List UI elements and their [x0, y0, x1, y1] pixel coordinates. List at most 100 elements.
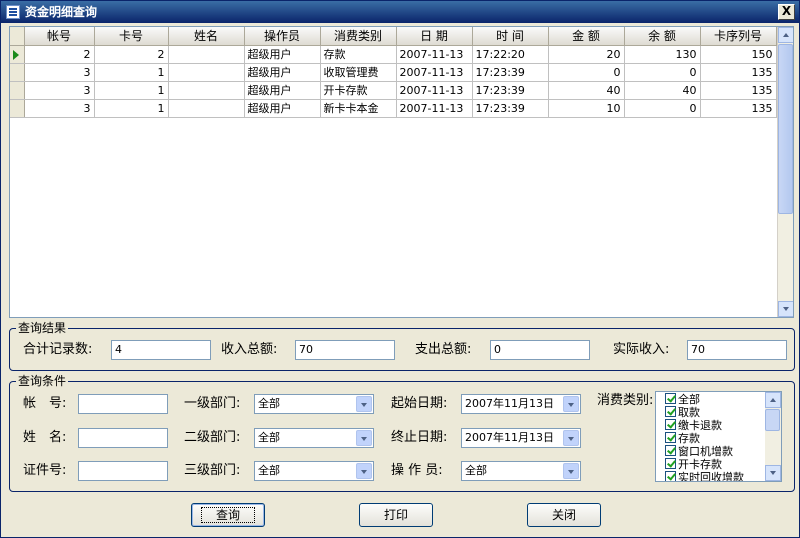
col-date[interactable]: 日 期	[396, 27, 473, 46]
chevron-down-icon[interactable]	[563, 463, 579, 479]
checkbox-checked-icon[interactable]	[665, 393, 676, 404]
col-account[interactable]: 帐号	[24, 27, 95, 46]
table-row[interactable]: 3 1 超级用户 收取管理费 2007-11-13 17:23:39 0 0 135	[10, 63, 777, 82]
category-item[interactable]: 开卡存款	[665, 458, 722, 471]
checklist-scrollbar[interactable]	[765, 392, 781, 481]
expense-field[interactable]: 0	[490, 340, 590, 360]
checkbox-checked-icon[interactable]	[665, 445, 676, 456]
transaction-grid[interactable]: 帐号 卡号 姓名 操作员 消费类别 日 期 时 间 金 额 余 额 卡序列号 2…	[9, 26, 794, 318]
print-button[interactable]: 打印	[359, 503, 433, 527]
table-row[interactable]: 2 2 超级用户 存款 2007-11-13 17:22:20 20 130 150	[10, 45, 777, 64]
scroll-down-arrow-icon[interactable]	[765, 465, 781, 481]
col-time[interactable]: 时 间	[472, 27, 549, 46]
dept1-select[interactable]: 全部	[254, 394, 374, 414]
income-field[interactable]: 70	[295, 340, 395, 360]
col-card[interactable]: 卡号	[94, 27, 169, 46]
scroll-down-arrow-icon[interactable]	[778, 301, 793, 317]
table-cell[interactable]: 2007-11-13	[396, 63, 473, 82]
title-bar[interactable]: 资金明细查询 X	[1, 1, 799, 23]
checkbox-checked-icon[interactable]	[665, 471, 676, 481]
col-name[interactable]: 姓名	[168, 27, 245, 46]
table-cell[interactable]: 2007-11-13	[396, 45, 473, 64]
col-category[interactable]: 消费类别	[320, 27, 397, 46]
chevron-down-icon[interactable]	[356, 430, 372, 446]
table-cell[interactable]: 新卡卡本金	[320, 99, 397, 118]
query-button[interactable]: 查询	[191, 503, 265, 527]
row-indicator[interactable]	[10, 45, 25, 64]
scroll-up-arrow-icon[interactable]	[778, 27, 793, 43]
checkbox-checked-icon[interactable]	[665, 458, 676, 469]
row-indicator[interactable]	[10, 81, 25, 100]
table-cell[interactable]: 超级用户	[244, 63, 321, 82]
account-input[interactable]	[78, 394, 168, 414]
close-window-button[interactable]: X	[778, 4, 795, 20]
table-cell[interactable]: 17:22:20	[472, 45, 549, 64]
table-cell[interactable]: 超级用户	[244, 45, 321, 64]
table-cell[interactable]: 135	[700, 63, 777, 82]
table-cell[interactable]: 存款	[320, 45, 397, 64]
category-item[interactable]: 缴卡退款	[665, 419, 722, 432]
chevron-down-icon[interactable]	[356, 396, 372, 412]
table-cell[interactable]: 0	[624, 63, 701, 82]
chevron-down-icon[interactable]	[563, 430, 579, 446]
table-cell[interactable]: 40	[624, 81, 701, 100]
table-cell[interactable]	[168, 99, 245, 118]
col-operator[interactable]: 操作员	[244, 27, 321, 46]
table-cell[interactable]: 开卡存款	[320, 81, 397, 100]
record-count-field[interactable]: 4	[111, 340, 211, 360]
table-cell[interactable]: 135	[700, 81, 777, 100]
table-cell[interactable]: 1	[94, 81, 169, 100]
table-cell[interactable]	[168, 63, 245, 82]
scroll-thumb[interactable]	[765, 409, 780, 431]
start-date-picker[interactable]: 2007年11月13日	[461, 394, 581, 414]
table-cell[interactable]: 17:23:39	[472, 81, 549, 100]
checkbox-checked-icon[interactable]	[665, 406, 676, 417]
category-item[interactable]: 存款	[665, 432, 700, 445]
actual-income-field[interactable]: 70	[687, 340, 787, 360]
table-cell[interactable]	[168, 81, 245, 100]
id-number-input[interactable]	[78, 461, 168, 481]
col-balance[interactable]: 余 额	[624, 27, 701, 46]
close-button[interactable]: 关闭	[527, 503, 601, 527]
checkbox-checked-icon[interactable]	[665, 419, 676, 430]
table-cell[interactable]: 超级用户	[244, 81, 321, 100]
dept2-select[interactable]: 全部	[254, 428, 374, 448]
col-serial[interactable]: 卡序列号	[700, 27, 777, 46]
category-checklist[interactable]: 全部 取款 缴卡退款 存款 窗口机增款 开卡存款 实时回收增款	[655, 391, 782, 482]
table-cell[interactable]: 3	[24, 81, 95, 100]
table-cell[interactable]: 2	[94, 45, 169, 64]
table-cell[interactable]	[168, 45, 245, 64]
table-cell[interactable]: 2	[24, 45, 95, 64]
table-cell[interactable]: 0	[548, 63, 625, 82]
name-input[interactable]	[78, 428, 168, 448]
category-item[interactable]: 窗口机增款	[665, 445, 733, 458]
table-cell[interactable]: 2007-11-13	[396, 81, 473, 100]
chevron-down-icon[interactable]	[563, 396, 579, 412]
checkbox-checked-icon[interactable]	[665, 432, 676, 443]
table-cell[interactable]: 超级用户	[244, 99, 321, 118]
table-cell[interactable]: 1	[94, 63, 169, 82]
table-cell[interactable]: 2007-11-13	[396, 99, 473, 118]
col-amount[interactable]: 金 额	[548, 27, 625, 46]
table-cell[interactable]: 3	[24, 63, 95, 82]
scroll-up-arrow-icon[interactable]	[765, 392, 781, 408]
category-item[interactable]: 实时回收增款	[665, 471, 744, 481]
table-cell[interactable]: 17:23:39	[472, 63, 549, 82]
table-cell[interactable]: 130	[624, 45, 701, 64]
operator-select[interactable]: 全部	[461, 461, 581, 481]
dept3-select[interactable]: 全部	[254, 461, 374, 481]
chevron-down-icon[interactable]	[356, 463, 372, 479]
table-cell[interactable]: 17:23:39	[472, 99, 549, 118]
scroll-thumb[interactable]	[778, 44, 793, 214]
category-item[interactable]: 全部	[665, 393, 700, 406]
row-indicator[interactable]	[10, 63, 25, 82]
table-cell[interactable]: 40	[548, 81, 625, 100]
end-date-picker[interactable]: 2007年11月13日	[461, 428, 581, 448]
table-cell[interactable]: 收取管理费	[320, 63, 397, 82]
table-row[interactable]: 3 1 超级用户 新卡卡本金 2007-11-13 17:23:39 10 0 135	[10, 99, 777, 118]
table-cell[interactable]: 135	[700, 99, 777, 118]
category-item[interactable]: 取款	[665, 406, 700, 419]
table-cell[interactable]: 20	[548, 45, 625, 64]
table-cell[interactable]: 3	[24, 99, 95, 118]
row-indicator[interactable]	[10, 99, 25, 118]
